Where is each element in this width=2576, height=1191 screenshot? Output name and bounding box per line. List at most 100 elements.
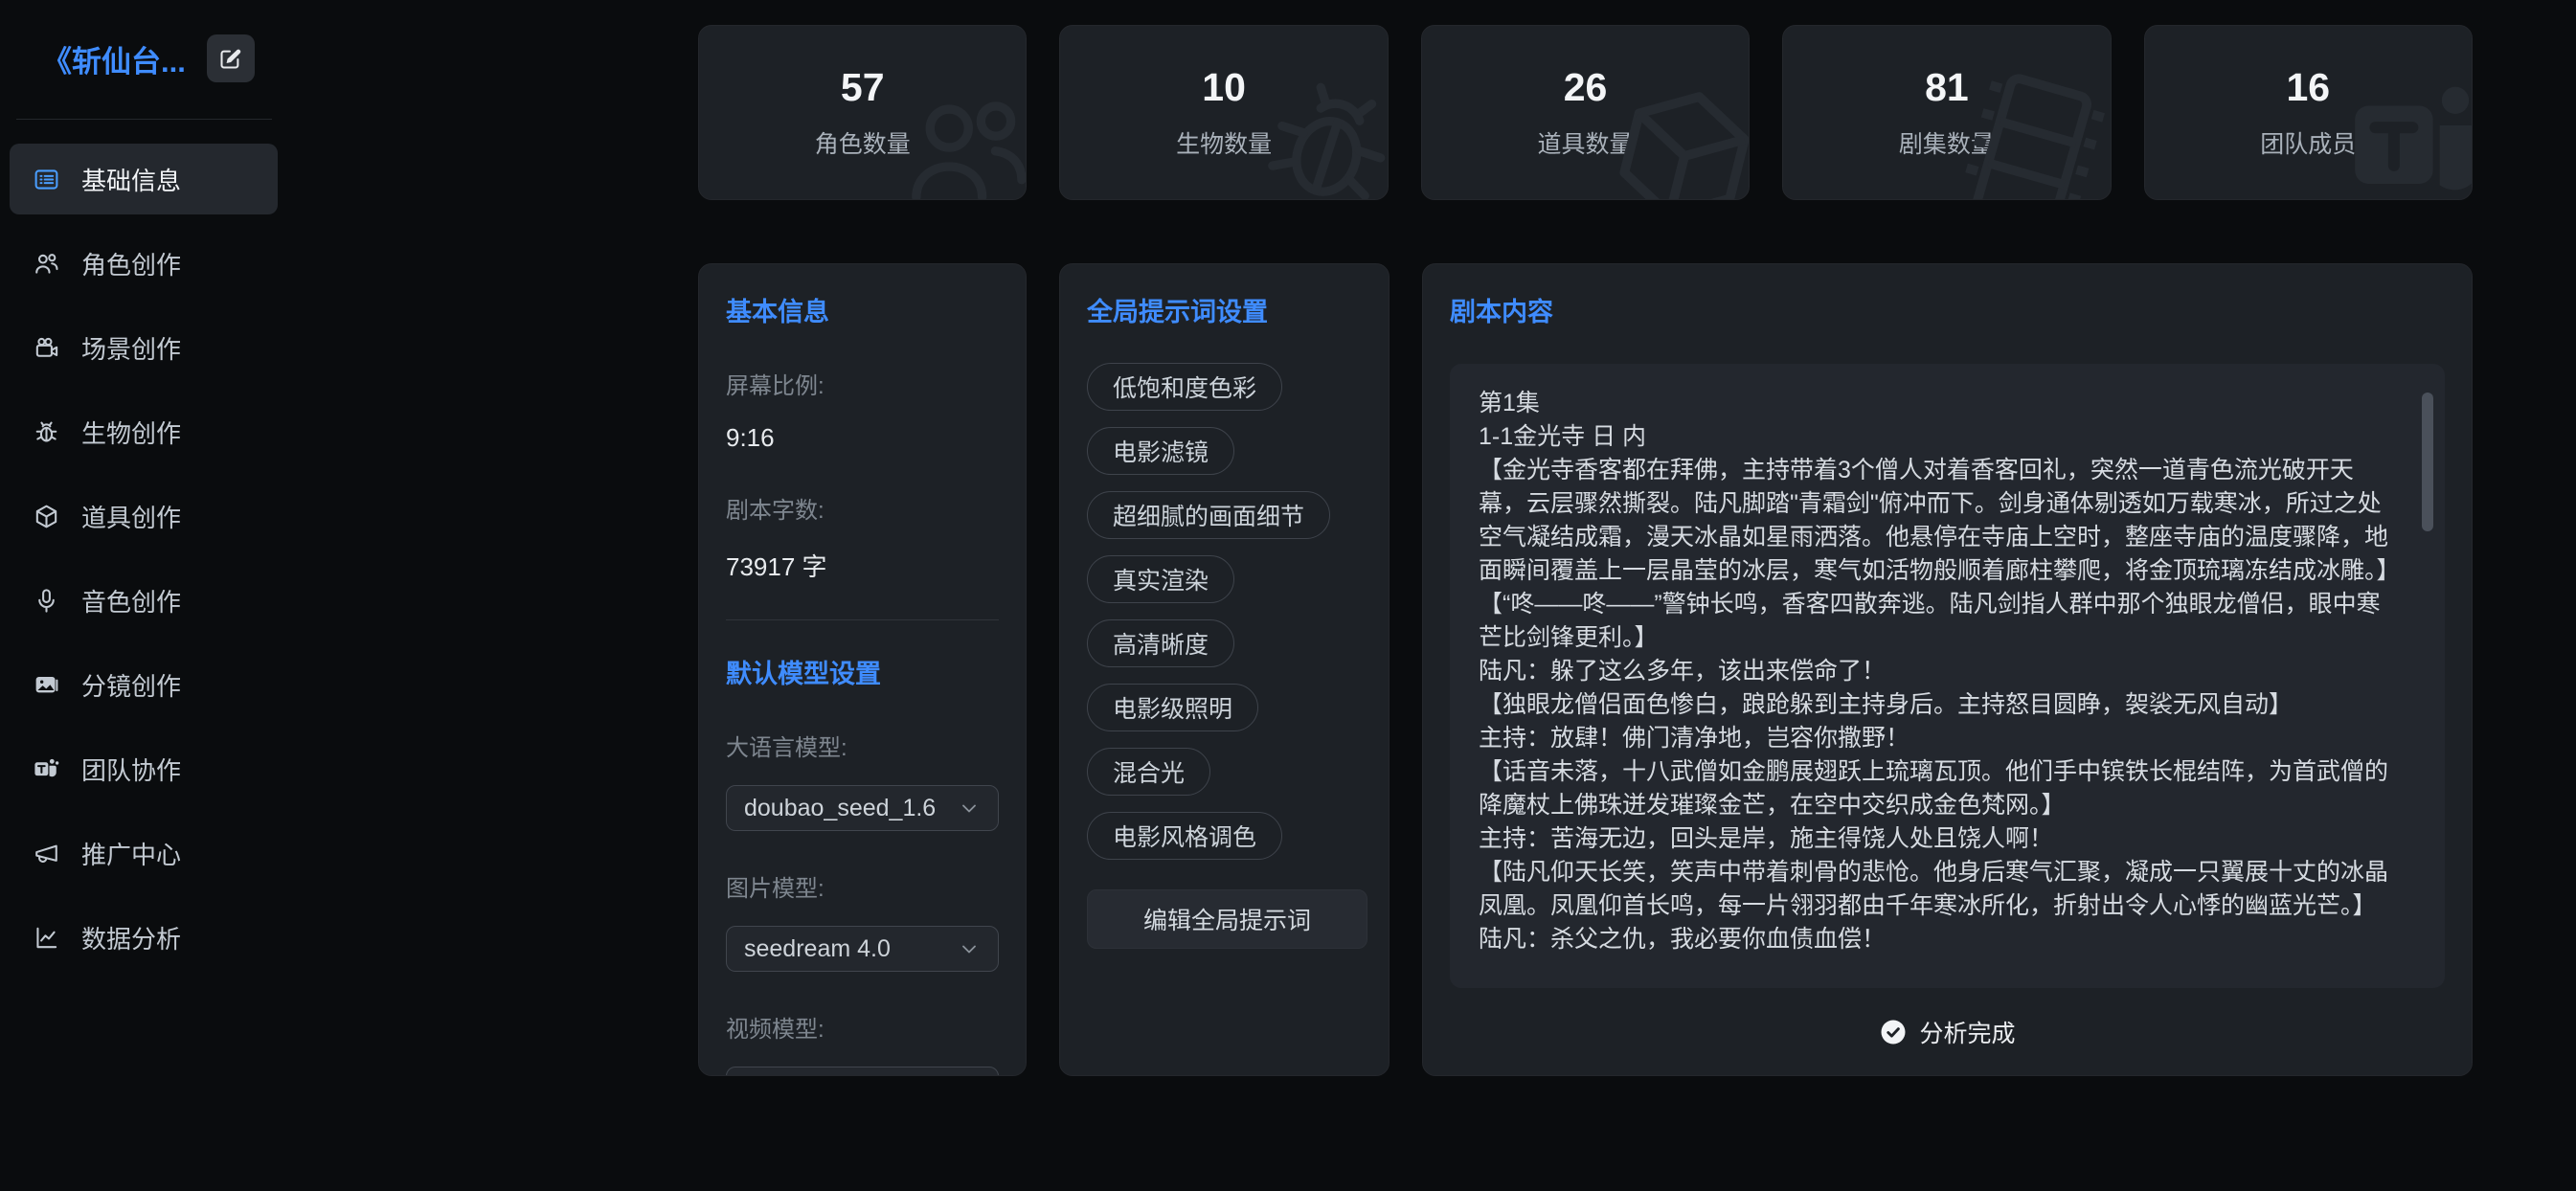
script-line: 【话音未落，十八武僧如金鹏展翅跃上琉璃瓦顶。他们手中镔铁长棍结阵，为首武僧的降魔… (1479, 755, 2401, 822)
image-model-label: 图片模型: (726, 869, 999, 903)
script-line: 1-1金光寺 日 内 (1479, 420, 2401, 454)
prompt-tag: 超细腻的画面细节 (1087, 491, 1330, 539)
list-icon (33, 166, 60, 193)
stat-card-team-members: 16 团队成员 (2144, 25, 2473, 200)
llm-model-value: doubao_seed_1.6 (744, 795, 936, 822)
chevron-down-icon (958, 937, 981, 960)
sidebar-item-label: 团队协作 (81, 752, 181, 787)
sidebar-item-data-analysis[interactable]: 数据分析 (10, 902, 278, 973)
analysis-status: 分析完成 (1450, 1015, 2445, 1049)
microphone-icon (33, 587, 60, 615)
stat-label: 团队成员 (2260, 125, 2356, 160)
stat-value: 16 (2286, 65, 2330, 110)
prompt-tag: 低饱和度色彩 (1087, 363, 1282, 411)
script-content-heading: 剧本内容 (1450, 291, 2445, 328)
script-text-area[interactable]: 第1集 1-1金光寺 日 内 【金光寺香客都在拜佛，主持带着3个僧人对着香客回礼… (1450, 364, 2445, 988)
script-content-panel: 剧本内容 第1集 1-1金光寺 日 内 【金光寺香客都在拜佛，主持带着3个僧人对… (1422, 263, 2473, 1076)
word-count-label: 剧本字数: (726, 491, 999, 525)
llm-model-select[interactable]: doubao_seed_1.6 (726, 785, 999, 831)
users-icon (895, 80, 1027, 200)
pencil-square-icon (217, 46, 243, 72)
teams-icon (33, 755, 60, 783)
video-model-select[interactable]: seedance lite (726, 1067, 999, 1076)
global-prompts-panel: 全局提示词设置 低饱和度色彩 电影滤镜 超细腻的画面细节 真实渲染 高清晰度 电… (1059, 263, 1390, 1076)
video-model-value: seedance lite (744, 1076, 885, 1077)
prompt-tags: 低饱和度色彩 电影滤镜 超细腻的画面细节 真实渲染 高清晰度 电影级照明 混合光… (1087, 363, 1362, 860)
stat-card-creatures: 10 生物数量 (1059, 25, 1388, 200)
check-circle-icon (1879, 1018, 1908, 1046)
sidebar-item-prop-creation[interactable]: 道具创作 (10, 481, 278, 551)
sidebar-item-basic-info[interactable]: 基础信息 (10, 144, 278, 214)
script-line: 陆凡：杀父之仇，我必要你血债血偿！ (1479, 923, 2401, 956)
sidebar-item-storyboard-creation[interactable]: 分镜创作 (10, 649, 278, 720)
stat-label: 生物数量 (1176, 125, 1272, 160)
screen-ratio-label: 屏幕比例: (726, 367, 999, 400)
sidebar-item-label: 基础信息 (81, 162, 181, 197)
stat-label: 剧集数量 (1899, 125, 1995, 160)
chevron-down-icon (958, 797, 981, 820)
script-line: 【金光寺香客都在拜佛，主持带着3个僧人对着香客回礼，突然一道青色流光破开天幕，云… (1479, 454, 2401, 588)
sidebar-item-team-collaboration[interactable]: 团队协作 (10, 733, 278, 804)
sidebar-item-label: 音色创作 (81, 583, 181, 618)
script-line: 主持：放肆！佛门清净地，岂容你撒野！ (1479, 722, 2401, 755)
script-line: 【“咚——咚——”警钟长鸣，香客四散奔逃。陆凡剑指人群中那个独眼龙僧侣，眼中寒芒… (1479, 588, 2401, 655)
megaphone-icon (33, 840, 60, 867)
image-model-select[interactable]: seedream 4.0 (726, 926, 999, 972)
stat-card-props: 26 道具数量 (1421, 25, 1750, 200)
project-title: 《斩仙台... (42, 37, 186, 80)
basic-info-heading: 基本信息 (726, 291, 999, 328)
script-line: 【独眼龙僧侣面色惨白，踉跄躲到主持身后。主持怒目圆睁，袈裟无风自动】 (1479, 688, 2401, 722)
script-text: 第1集 1-1金光寺 日 内 【金光寺香客都在拜佛，主持带着3个僧人对着香客回礼… (1479, 387, 2401, 956)
stat-value: 26 (1564, 65, 1608, 110)
main-content: 57 角色数量 10 生物数量 26 道具数量 (698, 25, 2473, 1076)
stats-row: 57 角色数量 10 生物数量 26 道具数量 (698, 25, 2473, 200)
image-model-value: seedream 4.0 (744, 935, 891, 963)
movie-camera-icon (33, 334, 60, 362)
sidebar-item-creature-creation[interactable]: 生物创作 (10, 396, 278, 467)
video-model-label: 视频模型: (726, 1010, 999, 1044)
line-chart-icon (33, 924, 60, 952)
edit-global-prompt-button[interactable]: 编辑全局提示词 (1087, 889, 1367, 949)
sidebar-item-label: 场景创作 (81, 330, 181, 366)
users-icon (33, 250, 60, 278)
sidebar-item-label: 推广中心 (81, 836, 181, 871)
stat-label: 角色数量 (815, 125, 911, 160)
prompt-tag: 电影滤镜 (1087, 427, 1234, 475)
teams-icon (2341, 65, 2473, 200)
global-prompts-heading: 全局提示词设置 (1087, 291, 1362, 328)
sidebar-menu: 基础信息 角色创作 场景创作 (10, 144, 278, 973)
sidebar-item-scene-creation[interactable]: 场景创作 (10, 312, 278, 383)
image-icon (33, 671, 60, 699)
analysis-status-text: 分析完成 (1919, 1015, 2015, 1049)
sidebar: 《斩仙台... 基础信息 (0, 0, 287, 1191)
stat-card-characters: 57 角色数量 (698, 25, 1027, 200)
sidebar-item-character-creation[interactable]: 角色创作 (10, 228, 278, 299)
script-line: 第1集 (1479, 387, 2401, 420)
screen-ratio-value: 9:16 (726, 423, 999, 453)
panels-row: 基本信息 屏幕比例: 9:16 剧本字数: 73917 字 默认模型设置 大语言… (698, 263, 2473, 1076)
prompt-tag: 真实渲染 (1087, 555, 1234, 603)
sidebar-item-label: 角色创作 (81, 246, 181, 281)
panel-divider (726, 619, 999, 620)
llm-model-label: 大语言模型: (726, 729, 999, 762)
model-settings-heading: 默认模型设置 (726, 653, 999, 690)
project-title-row: 《斩仙台... (0, 0, 287, 82)
scrollbar-thumb[interactable] (2422, 393, 2433, 531)
prompt-tag: 混合光 (1087, 748, 1210, 796)
script-line: 主持：苦海无边，回头是岸，施主得饶人处且饶人啊！ (1479, 822, 2401, 856)
sidebar-item-label: 生物创作 (81, 415, 181, 450)
edit-title-button[interactable] (207, 34, 255, 82)
sidebar-item-voice-creation[interactable]: 音色创作 (10, 565, 278, 636)
prompt-tag: 电影级照明 (1087, 684, 1258, 731)
sidebar-item-label: 数据分析 (81, 920, 181, 955)
prompt-tag: 电影风格调色 (1087, 812, 1282, 860)
sidebar-item-promotion-center[interactable]: 推广中心 (10, 818, 278, 888)
prompt-tag: 高清晰度 (1087, 619, 1234, 667)
stat-card-episodes: 81 剧集数量 (1782, 25, 2111, 200)
word-count-value: 73917 字 (726, 548, 999, 583)
sidebar-item-label: 道具创作 (81, 499, 181, 534)
script-line: 【陆凡仰天长笑，笑声中带着刺骨的悲怆。他身后寒气汇聚，凝成一只翼展十丈的冰晶凤凰… (1479, 856, 2401, 923)
cube-icon (33, 503, 60, 530)
bug-icon (33, 418, 60, 446)
basic-info-panel: 基本信息 屏幕比例: 9:16 剧本字数: 73917 字 默认模型设置 大语言… (698, 263, 1027, 1076)
